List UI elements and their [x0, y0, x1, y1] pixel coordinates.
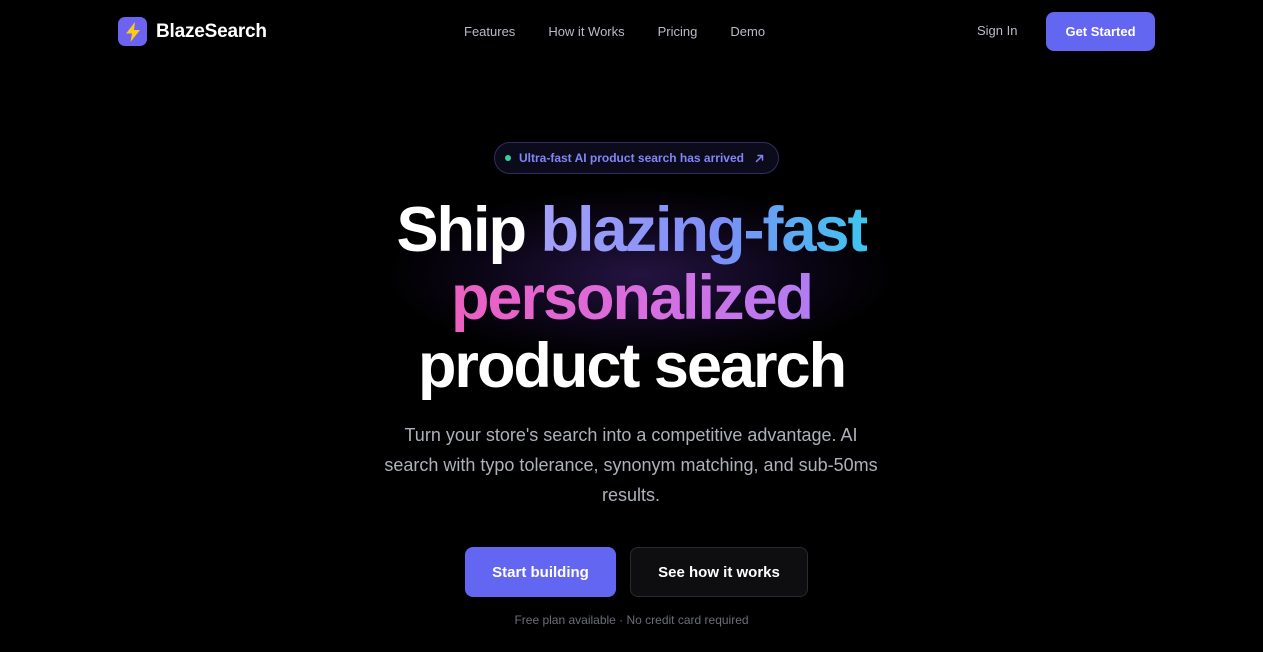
hero-headline: Ship blazing-fast personalized product s… — [0, 196, 1263, 400]
status-dot — [505, 155, 511, 161]
landing-page: BlazeSearch Features How it Works Pricin… — [0, 0, 1263, 652]
headline-product-search: product search — [417, 331, 847, 401]
headline-highlight-blazing-fast: blazing-fast — [540, 195, 869, 265]
headline-word-ship: Ship — [396, 195, 526, 265]
nav-link-how-it-works[interactable]: How it Works — [548, 24, 624, 39]
hero-subtitle: Turn your store's search into a competit… — [384, 425, 878, 505]
nav-link-pricing[interactable]: Pricing — [658, 24, 698, 39]
get-started-button[interactable]: Get Started — [1046, 12, 1155, 51]
lightning-bolt-icon — [118, 17, 147, 46]
sign-in-link[interactable]: Sign In — [977, 23, 1017, 38]
nav-link-demo[interactable]: Demo — [730, 24, 765, 39]
arrow-up-right-icon — [755, 154, 764, 163]
main-nav: Features How it Works Pricing Demo — [464, 24, 765, 39]
see-how-it-works-button[interactable]: See how it works — [630, 547, 808, 597]
top-navbar: BlazeSearch Features How it Works Pricin… — [0, 0, 1263, 64]
cta-footnote: Free plan available · No credit card req… — [514, 613, 749, 627]
headline-line-2: personalized — [0, 264, 1263, 332]
start-building-button[interactable]: Start building — [465, 547, 616, 597]
announcement-badge[interactable]: Ultra-fast AI product search has arrived — [494, 142, 779, 174]
headline-highlight-personalized: personalized — [450, 263, 814, 333]
headline-line-3: product search — [0, 332, 1263, 400]
badge-text: Ultra-fast AI product search has arrived — [519, 151, 744, 165]
brand-name: BlazeSearch — [156, 20, 267, 42]
headline-line-1: Ship blazing-fast — [0, 196, 1263, 264]
brand-logo-link[interactable]: BlazeSearch — [118, 17, 267, 46]
nav-link-features[interactable]: Features — [464, 24, 515, 39]
